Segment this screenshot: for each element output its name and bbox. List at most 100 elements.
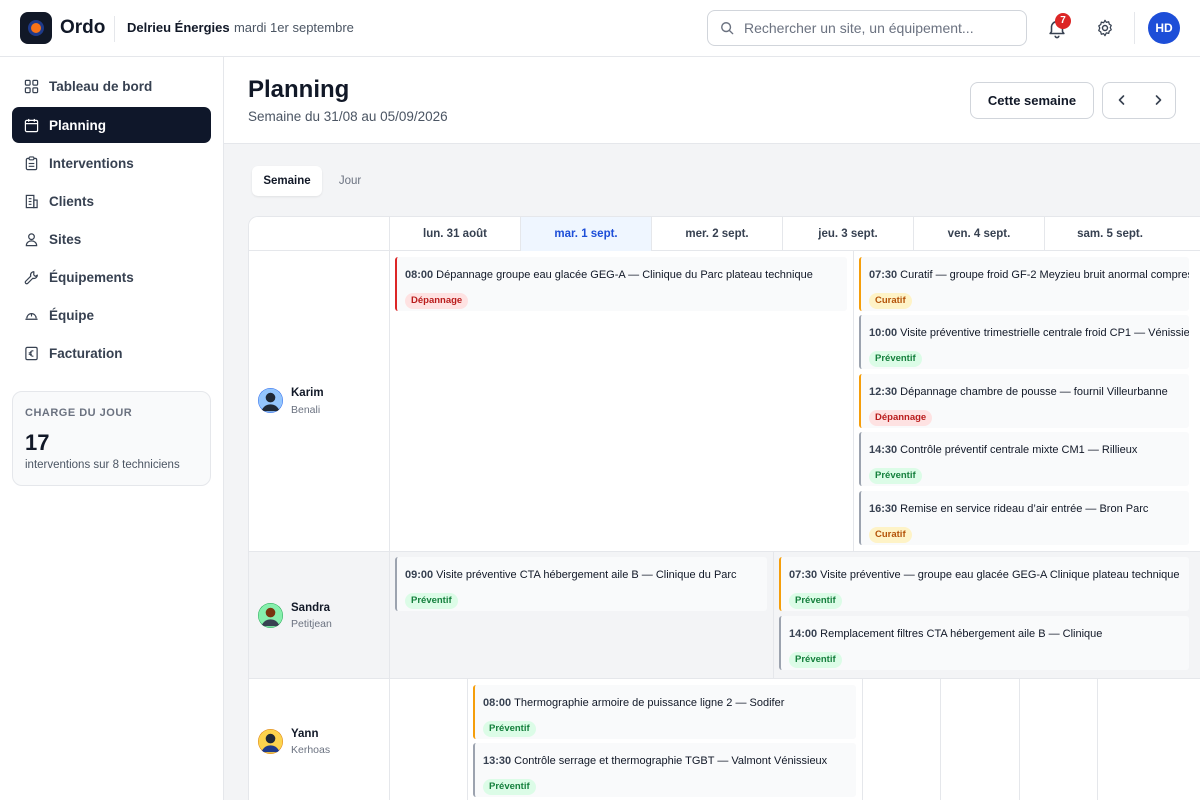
sidebar-item-label: Équipements [49, 270, 134, 285]
type-badge: Préventif [483, 721, 536, 737]
intervention-card[interactable]: 07:30 Visite préventive — groupe eau glac… [779, 557, 1189, 611]
daily-load-title: CHARGE DU JOUR [25, 407, 133, 419]
sidebar-item-label: Sites [49, 232, 82, 247]
intervention-time: 14:30 [869, 444, 898, 456]
technician-avatar [258, 388, 283, 413]
sidebar-item-label: Facturation [49, 346, 123, 361]
intervention-text: 09:00 Visite préventive CTA hébergement a… [405, 569, 737, 581]
technician-cell: Sandra Petitjean [249, 552, 389, 678]
technician-avatar [258, 603, 283, 628]
wrench-icon [24, 271, 38, 285]
sidebar-item-interventions[interactable]: Interventions [12, 145, 211, 181]
search-box[interactable] [707, 10, 1027, 46]
logo[interactable] [20, 12, 52, 44]
sidebar-item-planning[interactable]: Planning [12, 107, 211, 143]
map-pin-icon [25, 233, 38, 247]
sidebar-item-tableau-de-bord[interactable]: Tableau de bord [12, 68, 211, 104]
sidebar-item-facturation[interactable]: Facturation [12, 335, 211, 371]
page-header: Planning Semaine du 31/08 au 05/09/2026 … [224, 57, 1200, 144]
intervention-title: Visite préventive — groupe eau glacée GE… [820, 569, 1180, 581]
intervention-time: 07:30 [869, 269, 898, 281]
sidebar-item-equipe[interactable]: Équipe [12, 297, 211, 333]
intervention-card[interactable]: 12:30 Dépannage chambre de pousse — fourn… [859, 374, 1189, 428]
type-badge: Dépannage [869, 410, 933, 426]
gear-icon[interactable] [1095, 18, 1115, 38]
intervention-time: 10:00 [869, 327, 898, 339]
intervention-time: 08:00 [405, 269, 434, 281]
type-badge: Préventif [869, 351, 922, 367]
day-header: jeu. 3 sept. [782, 217, 913, 251]
top-bar: Ordo Delrieu Énergies · mardi 1er septem… [0, 0, 1200, 57]
technician-row: Sandra Petitjean 09:00 Visite préventive … [249, 552, 1200, 679]
column-divider [389, 679, 390, 800]
intervention-text: 10:00 Visite préventive trimestrielle cen… [869, 327, 1189, 339]
chevron-left-icon [1118, 95, 1125, 105]
intervention-time: 08:00 [483, 697, 512, 709]
week-navigation [1102, 82, 1176, 119]
tab-jour[interactable]: Jour [332, 166, 368, 196]
dashboard-icon [24, 79, 39, 94]
intervention-text: 13:30 Contrôle serrage et thermographie T… [483, 755, 827, 767]
clipboard-icon [25, 156, 38, 171]
sidebar-item-label: Interventions [49, 156, 134, 171]
technician-first-name: Karim [291, 387, 324, 399]
intervention-time: 12:30 [869, 386, 898, 398]
column-divider [773, 552, 774, 678]
intervention-title: Dépannage chambre de pousse — fournil Vi… [900, 386, 1168, 398]
sidebar-item-sites[interactable]: Sites [12, 221, 211, 257]
intervention-title: Curatif — groupe froid GF-2 Meyzieu brui… [900, 269, 1189, 281]
technician-cell: Yann Kerhoas [249, 679, 389, 800]
search-icon [721, 22, 734, 35]
intervention-text: 12:30 Dépannage chambre de pousse — fourn… [869, 386, 1168, 398]
brand-name: Ordo [60, 17, 106, 38]
sidebar-item-clients[interactable]: Clients [12, 183, 211, 219]
day-header-row: lun. 31 août mar. 1 sept. mer. 2 sept. j… [249, 217, 1200, 251]
intervention-card[interactable]: 08:00 Dépannage groupe eau glacée GEG-A —… [395, 257, 847, 311]
technician-last-name: Kerhoas [291, 744, 331, 756]
daily-load-count: 17 [25, 430, 50, 455]
intervention-title: Dépannage groupe eau glacée GEG-A — Clin… [436, 269, 813, 281]
current-date: · mardi 1er septembre [226, 20, 354, 35]
page-title: Planning [248, 76, 350, 103]
intervention-text: 07:30 Curatif — groupe froid GF-2 Meyzieu… [869, 269, 1189, 281]
type-badge: Curatif [869, 527, 912, 543]
tab-semaine[interactable]: Semaine [252, 166, 322, 196]
intervention-card[interactable]: 07:30 Curatif — groupe froid GF-2 Meyzieu… [859, 257, 1189, 311]
sidebar-item-label: Équipe [49, 308, 95, 323]
column-divider [389, 552, 390, 678]
notification-badge: 7 [1055, 13, 1071, 29]
intervention-time: 14:00 [789, 628, 818, 640]
this-week-button[interactable]: Cette semaine [970, 82, 1094, 119]
intervention-card[interactable]: 14:00 Remplacement filtres CTA hébergemen… [779, 616, 1189, 670]
intervention-card[interactable]: 10:00 Visite préventive trimestrielle cen… [859, 315, 1189, 369]
intervention-title: Visite préventive trimestrielle centrale… [900, 327, 1189, 339]
column-divider [1019, 679, 1020, 800]
intervention-card[interactable]: 13:30 Contrôle serrage et thermographie T… [473, 743, 856, 797]
type-badge: Curatif [869, 293, 912, 309]
chevron-right-icon [1155, 95, 1162, 105]
sidebar-item-equipements[interactable]: Équipements [12, 259, 211, 295]
intervention-card[interactable]: 16:30 Remise en service rideau d’air entr… [859, 491, 1189, 545]
intervention-card[interactable]: 08:00 Thermographie armoire de puissance … [473, 685, 856, 739]
previous-week-button[interactable] [1103, 83, 1139, 118]
sidebar-item-label: Clients [49, 194, 95, 209]
technician-last-name: Benali [291, 404, 321, 416]
intervention-text: 08:00 Dépannage groupe eau glacée GEG-A —… [405, 269, 813, 281]
next-week-button[interactable] [1139, 83, 1175, 118]
intervention-title: Thermographie armoire de puissance ligne… [514, 697, 785, 709]
search-input[interactable] [744, 19, 1019, 37]
intervention-text: 14:00 Remplacement filtres CTA hébergemen… [789, 628, 1102, 640]
intervention-title: Remplacement filtres CTA hébergement ail… [820, 628, 1103, 640]
user-avatar[interactable]: HD [1148, 12, 1180, 44]
day-header-today: mar. 1 sept. [520, 217, 651, 251]
column-divider [467, 679, 468, 800]
planning-content: Semaine Jour lun. 31 août mar. 1 sept. m… [224, 144, 1200, 800]
divider [114, 16, 115, 42]
daily-load-card: CHARGE DU JOUR 17 interventions sur 8 te… [12, 391, 211, 486]
technician-last-name: Petitjean [291, 618, 332, 630]
intervention-time: 13:30 [483, 755, 512, 767]
intervention-card[interactable]: 14:30 Contrôle préventif centrale mixte C… [859, 432, 1189, 486]
schedule-grid: lun. 31 août mar. 1 sept. mer. 2 sept. j… [248, 216, 1200, 800]
page-subtitle: Semaine du 31/08 au 05/09/2026 [248, 109, 448, 124]
intervention-card[interactable]: 09:00 Visite préventive CTA hébergement a… [395, 557, 767, 611]
